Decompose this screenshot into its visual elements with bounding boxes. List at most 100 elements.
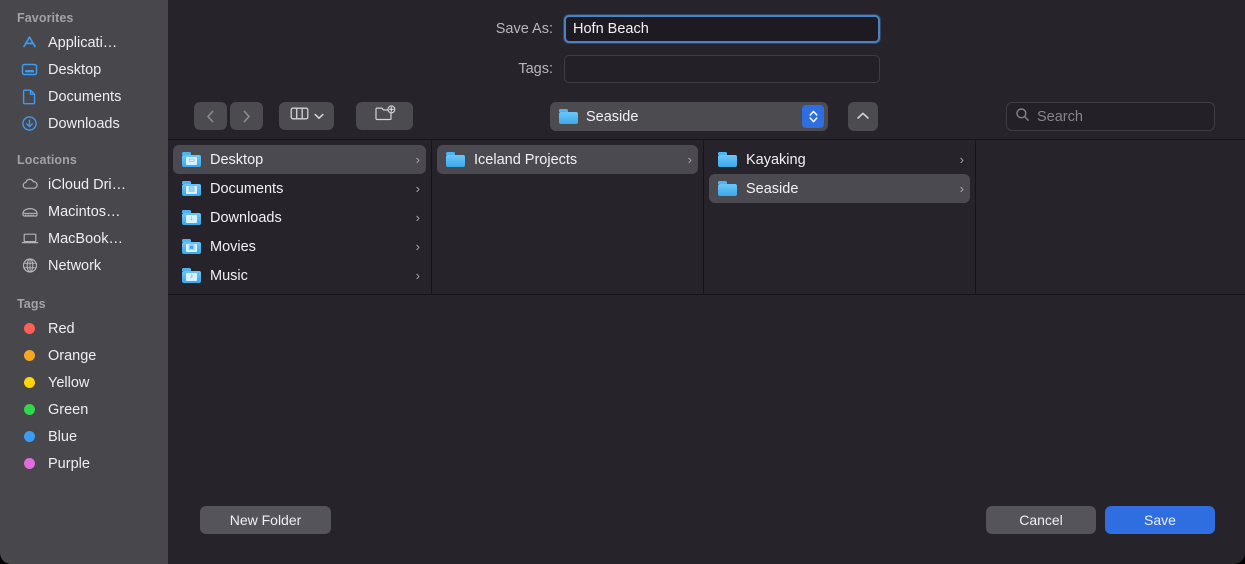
sidebar-item-label: iCloud Dri… [48,177,126,193]
desktop-icon [20,60,39,79]
sidebar-item-label: Downloads [48,116,120,132]
save-button[interactable]: Save [1105,506,1215,534]
list-item[interactable]: ▭ Desktop › [173,145,426,174]
sidebar-tag-blue[interactable]: Blue [0,423,168,450]
tag-dot-orange-icon [20,346,39,365]
dialog-content: Save As: Hofn Beach Tags: [168,0,1245,564]
list-item[interactable]: ♪ Music › [173,261,426,290]
list-item[interactable]: Iceland Projects › [437,145,698,174]
sidebar-section-header-favorites: Favorites [0,4,168,29]
cancel-button[interactable]: Cancel [986,506,1096,534]
disclosure-icon: › [688,153,692,166]
list-item-label: Desktop [210,152,407,168]
tag-dot-purple-icon [20,454,39,473]
sidebar-item-desktop[interactable]: Desktop [0,56,168,83]
folder-icon: ▭ [182,152,201,167]
list-item-label: Iceland Projects [474,152,679,168]
list-item-label: Music [210,268,407,284]
browser-column-4 [976,140,1245,294]
tag-dot-green-icon [20,400,39,419]
sidebar-item-network[interactable]: Network [0,252,168,279]
navigation-buttons [194,102,263,130]
sidebar-item-label: Red [48,321,75,337]
folder-icon: ▣ [182,239,201,254]
dialog-footer: New Folder Cancel Save [168,295,1245,564]
laptop-icon [20,229,39,248]
sidebar-item-label: Documents [48,89,121,105]
sidebar-tag-red[interactable]: Red [0,315,168,342]
sidebar-item-label: Yellow [48,375,89,391]
save-as-input[interactable]: Hofn Beach [564,15,880,43]
list-item[interactable]: ▣ Movies › [173,232,426,261]
sidebar-section-header-locations: Locations [0,137,168,171]
new-folder-button[interactable]: New Folder [200,506,331,534]
folder-icon [559,109,578,124]
harddisk-icon [20,202,39,221]
tag-dot-red-icon [20,319,39,338]
folder-icon: ↓ [182,210,201,225]
sidebar-item-label: Purple [48,456,90,472]
sidebar-item-icloud-drive[interactable]: iCloud Dri… [0,171,168,198]
chevron-right-icon [240,109,253,124]
sidebar-tag-orange[interactable]: Orange [0,342,168,369]
sidebar-item-label: Orange [48,348,96,364]
sidebar-item-label: Desktop [48,62,101,78]
app-store-icon [20,33,39,52]
browser-column-2: Iceland Projects › [432,140,704,294]
folder-glyph-desktop: ▭ [186,157,197,165]
tags-input[interactable] [564,55,880,83]
sidebar-tag-yellow[interactable]: Yellow [0,369,168,396]
list-item[interactable]: ↓ Downloads › [173,203,426,232]
disclosure-icon: › [416,240,420,253]
folder-glyph-music: ♪ [186,273,197,281]
sidebar-item-label: Applicati… [48,35,117,51]
sidebar-item-documents[interactable]: Documents [0,83,168,110]
disclosure-icon: › [416,211,420,224]
stepper-icon[interactable] [802,105,824,128]
new-folder-icon [374,105,396,127]
folder-icon [446,152,465,167]
path-popup-button[interactable]: Seaside [550,102,828,131]
folder-icon [718,181,737,196]
search-field[interactable]: Search [1006,102,1215,131]
back-button[interactable] [194,102,227,130]
sidebar-item-applications[interactable]: Applicati… [0,29,168,56]
disclosure-icon: › [416,269,420,282]
tags-label: Tags: [168,61,564,77]
search-icon [1015,107,1030,126]
search-input[interactable]: Search [1037,109,1083,125]
form-area: Save As: Hofn Beach Tags: [168,0,1245,93]
save-dialog: Favorites Applicati… Desktop Documents D… [0,0,1245,564]
list-item[interactable]: Kayaking › [709,145,970,174]
column-browser: ▭ Desktop › ▤ Documents › ↓ Downloads › … [168,139,1245,295]
list-item[interactable]: ▤ Documents › [173,174,426,203]
sidebar-tag-green[interactable]: Green [0,396,168,423]
list-item-label: Movies [210,239,407,255]
chevron-left-icon [204,109,217,124]
list-item-label: Downloads [210,210,407,226]
view-options-button[interactable] [279,102,334,130]
icloud-icon [20,175,39,194]
new-folder-toolbar-button[interactable] [356,102,413,130]
list-item-label: Documents [210,181,407,197]
go-up-button[interactable] [848,102,878,131]
sidebar-item-macintosh-hd[interactable]: Macintos… [0,198,168,225]
toolbar: Seaside Search [168,93,1245,139]
sidebar-item-label: Blue [48,429,77,445]
list-item[interactable]: Seaside › [709,174,970,203]
sidebar-item-downloads[interactable]: Downloads [0,110,168,137]
folder-icon: ▤ [182,181,201,196]
tag-dot-blue-icon [20,427,39,446]
forward-button[interactable] [230,102,263,130]
sidebar-item-label: Macintos… [48,204,121,220]
sidebar-tag-purple[interactable]: Purple [0,450,168,477]
save-as-row: Save As: Hofn Beach [168,13,1245,45]
downloads-icon [20,114,39,133]
browser-column-1: ▭ Desktop › ▤ Documents › ↓ Downloads › … [168,140,432,294]
sidebar-item-macbook[interactable]: MacBook… [0,225,168,252]
folder-glyph-documents: ▤ [186,186,197,194]
folder-icon: ♪ [182,268,201,283]
disclosure-icon: › [960,153,964,166]
document-icon [20,87,39,106]
sidebar-section-header-tags: Tags [0,279,168,315]
